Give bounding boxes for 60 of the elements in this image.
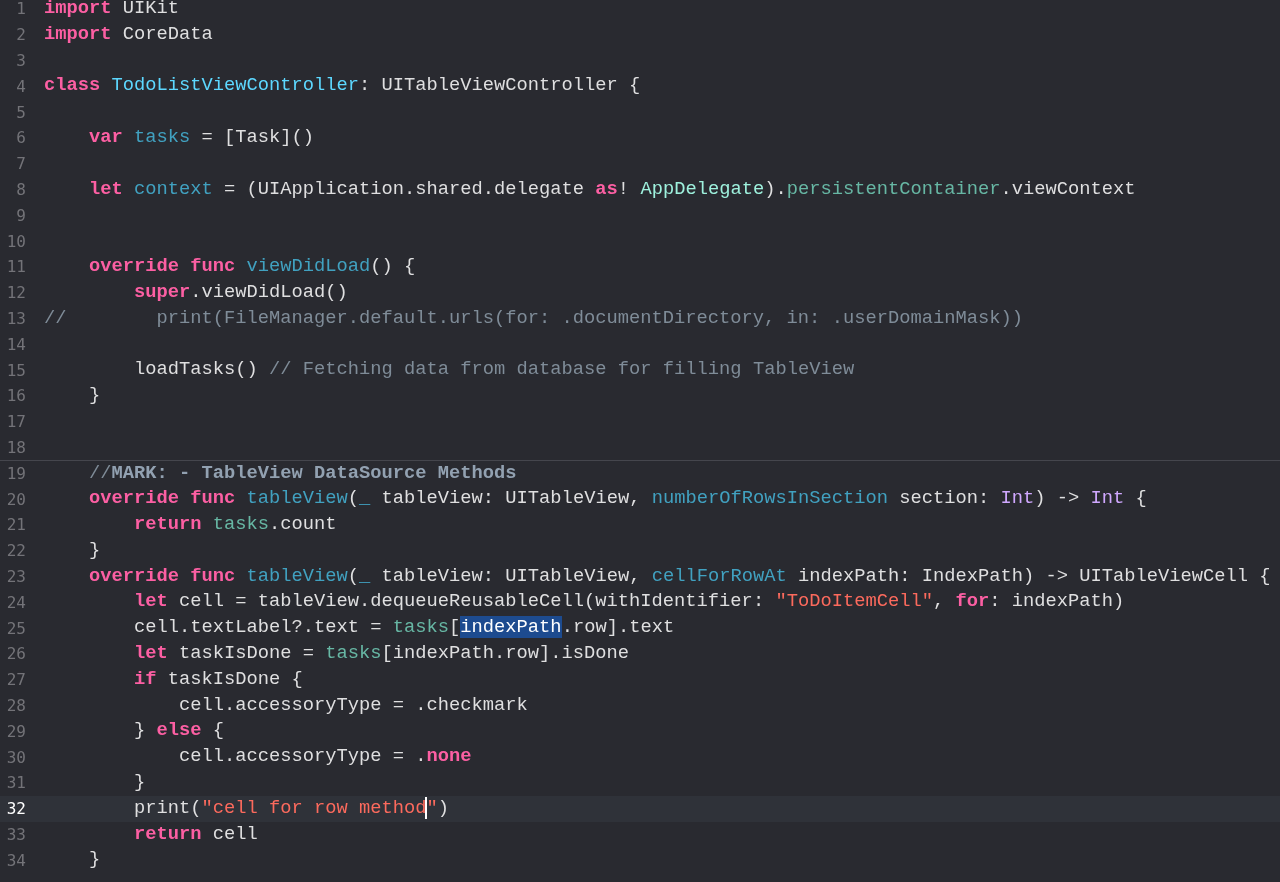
code-line: super.viewDidLoad() [133, 279, 348, 305]
line-number: 14 [5, 334, 26, 354]
code-line: let context = (UIApplication.shared.delegate as! AppDelegate).persistentContainer.viewContext [88, 176, 1136, 202]
code-line: import CoreData [44, 21, 213, 47]
code-line: } [88, 847, 101, 873]
line-number: 7 [15, 154, 26, 174]
code-line: return cell [133, 821, 258, 847]
line-number: 26 [5, 644, 26, 664]
line-number: 24 [5, 592, 26, 612]
line-number: 8 [15, 179, 26, 199]
code-line: let cell = tableView.dequeueReusableCell(withIdentifier: "ToDoItemCell", for: indexPath) [133, 589, 1125, 615]
code-line: cell.textLabel?.text = tasks[indexPath.row].text [133, 615, 675, 641]
line-number: 28 [5, 695, 26, 715]
line-number: 31 [5, 773, 26, 793]
line-number: 9 [15, 205, 26, 225]
line-number: 20 [5, 489, 26, 509]
line-number: 21 [5, 515, 26, 535]
code-line: var tasks = [Task]() [88, 125, 315, 150]
line-number: 29 [5, 721, 26, 741]
line-number: 16 [5, 386, 26, 406]
line-number: 30 [5, 747, 26, 767]
code-line: let taskIsDone = tasks[indexPath.row].isDone [133, 640, 630, 666]
code-line: override func tableView(_ tableView: UITableView, cellForRowAt indexPath: IndexPath) -> UITableViewCell { [88, 563, 1271, 589]
line-number: 27 [5, 670, 26, 690]
code-line: print("cell for row method") [133, 795, 450, 821]
line-number: 2 [15, 25, 26, 45]
code-line: //MARK: - TableView DataSource Methods [88, 460, 517, 486]
line-number: 1 [15, 0, 26, 19]
line-number: 19 [5, 464, 26, 484]
code-line: cell.accessoryType = .checkmark [178, 692, 528, 718]
line-number: 5 [15, 102, 26, 122]
code-line: return tasks.count [133, 511, 337, 537]
line-number: 34 [5, 850, 26, 870]
line-number: 6 [15, 128, 26, 148]
line-number: 4 [15, 76, 26, 96]
line-number: 10 [5, 231, 26, 251]
code-line: class TodoListViewController: UITableViewController { [44, 73, 641, 99]
line-number: 3 [15, 51, 26, 70]
line-number: 32 [5, 799, 26, 819]
line-number: 17 [5, 412, 26, 432]
code-line: } [133, 769, 146, 795]
code-line: loadTasks() // Fetching data from database for filling TableView [133, 357, 855, 383]
code-line: } [88, 382, 101, 408]
line-number: 15 [5, 360, 26, 380]
code-line: override func tableView(_ tableView: UITableView, numberOfRowsInSection section: Int) -> Int { [88, 486, 1147, 512]
code-line: cell.accessoryType = .none [178, 744, 472, 770]
line-number: 23 [5, 566, 26, 586]
line-number: 33 [5, 824, 26, 844]
line-number: 18 [5, 437, 26, 457]
line-number: 22 [5, 541, 26, 561]
line-number: 12 [5, 283, 26, 303]
code-line: } else { [133, 718, 225, 744]
line-number: 13 [5, 308, 26, 328]
line-number: 25 [5, 618, 26, 638]
code-line: } [88, 537, 101, 563]
line-number: 11 [5, 257, 26, 277]
code-line: // print(FileManager.default.urls(for: .documentDirectory, in: .userDomainMask)) [44, 305, 1023, 331]
code-line: if taskIsDone { [133, 666, 303, 692]
code-line: import UIKit [44, 0, 180, 21]
code-line: override func viewDidLoad() { [88, 253, 416, 279]
